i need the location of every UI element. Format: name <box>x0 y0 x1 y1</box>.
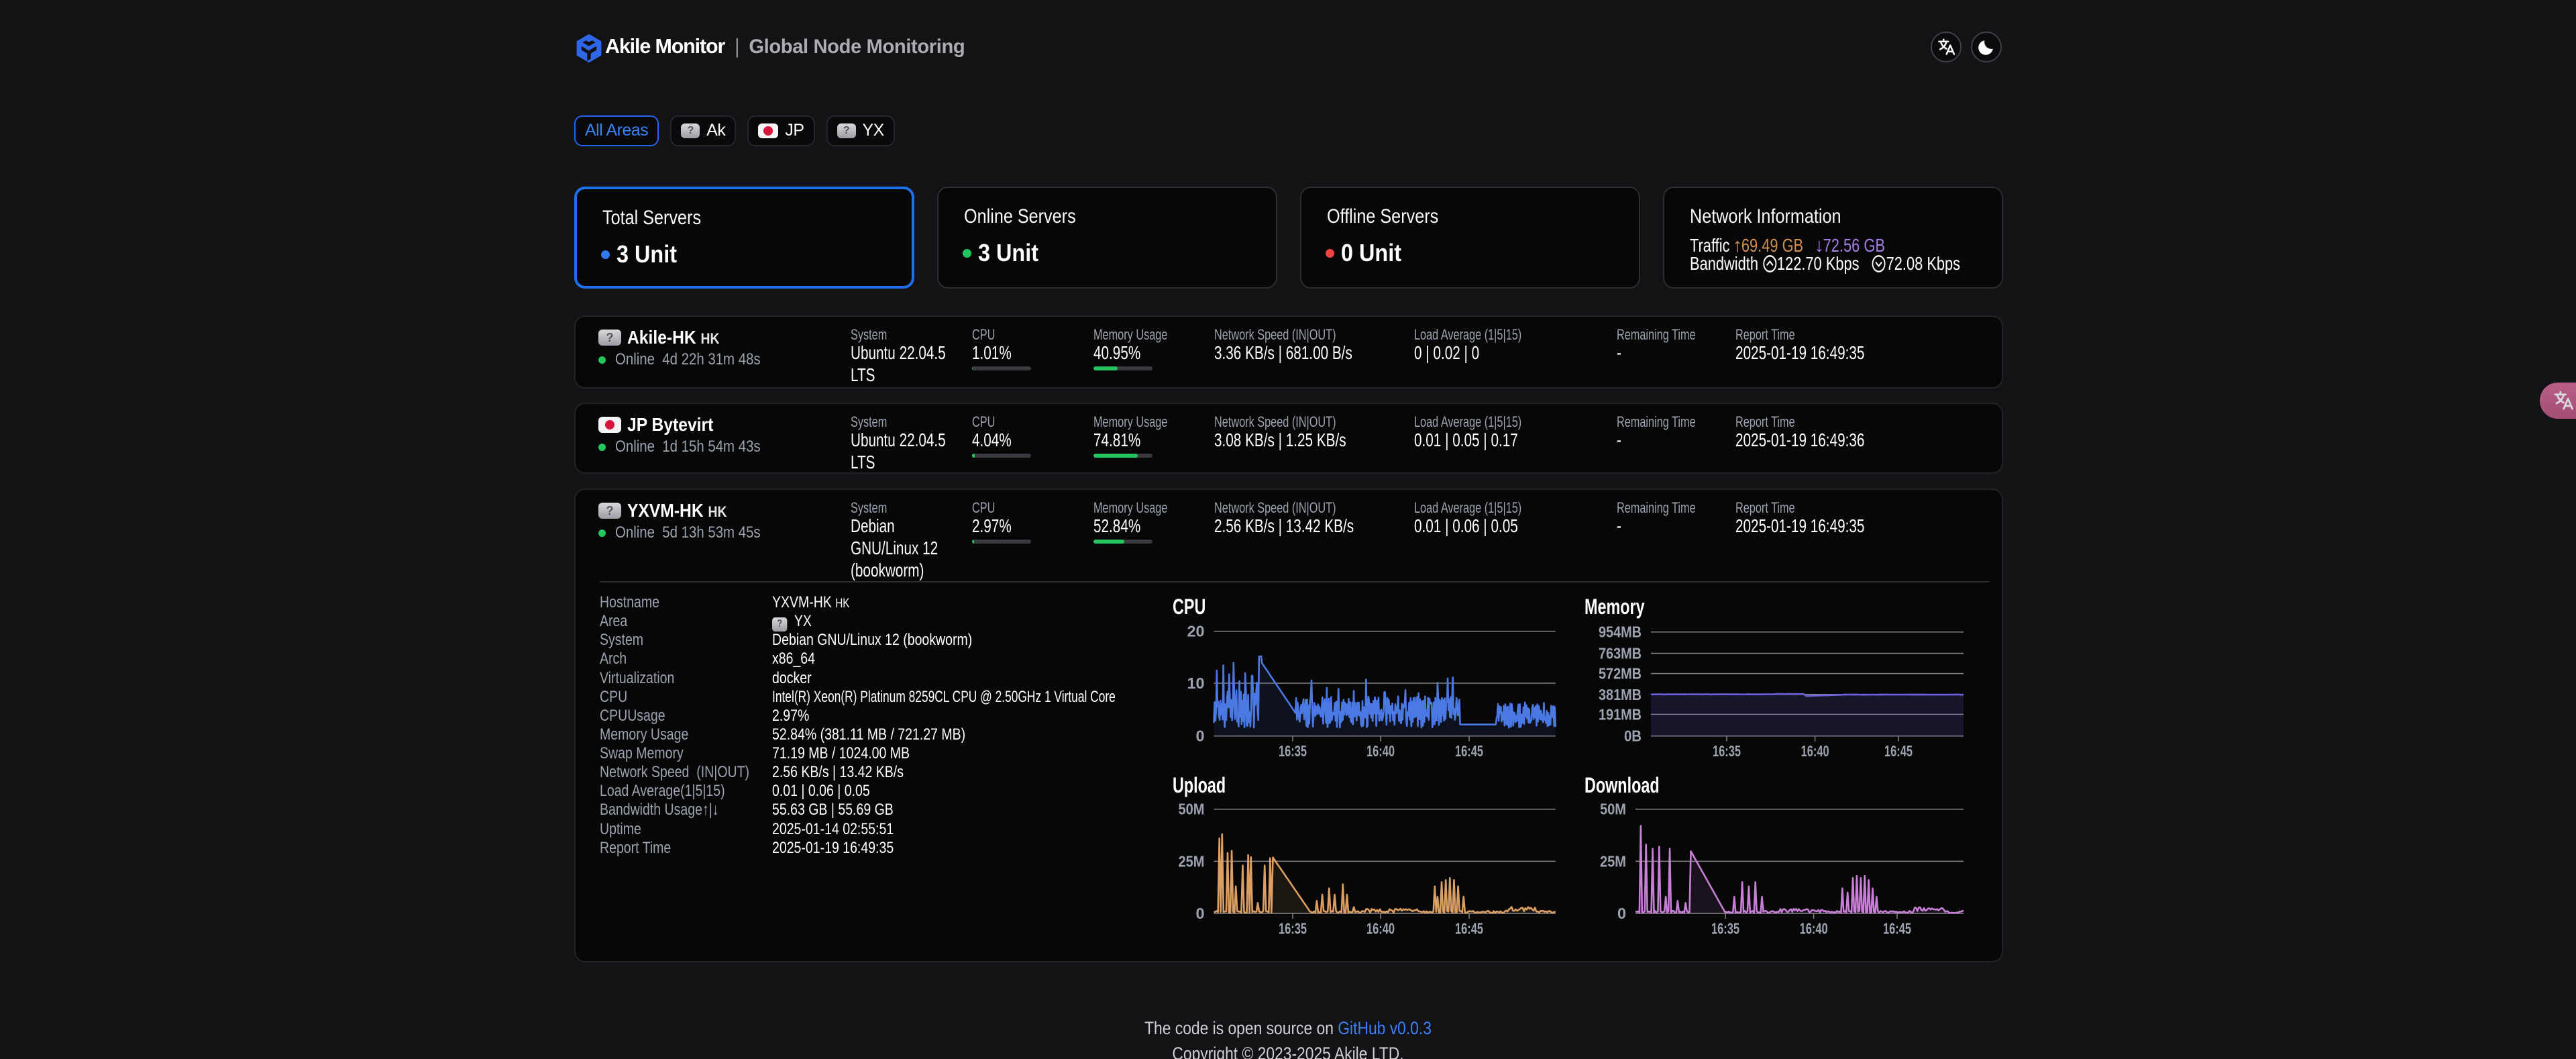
svg-text:10: 10 <box>1187 674 1205 692</box>
svg-text:16:40: 16:40 <box>1801 742 1829 760</box>
svg-text:16:40: 16:40 <box>1366 742 1395 760</box>
svg-text:16:35: 16:35 <box>1713 742 1741 760</box>
svg-text:16:45: 16:45 <box>1455 742 1483 760</box>
svg-text:16:45: 16:45 <box>1455 920 1483 938</box>
svg-text:16:45: 16:45 <box>1884 742 1913 760</box>
svg-text:763MB: 763MB <box>1599 645 1642 662</box>
svg-text:20: 20 <box>1187 623 1205 640</box>
svg-text:572MB: 572MB <box>1599 665 1642 683</box>
svg-text:25M: 25M <box>1600 852 1626 870</box>
svg-text:50M: 50M <box>1600 801 1626 818</box>
svg-text:954MB: 954MB <box>1599 623 1642 641</box>
svg-text:50M: 50M <box>1179 801 1205 818</box>
svg-text:25M: 25M <box>1179 852 1205 870</box>
svg-text:0: 0 <box>1617 905 1626 922</box>
svg-text:0: 0 <box>1196 727 1205 745</box>
svg-text:16:35: 16:35 <box>1279 742 1307 760</box>
svg-text:16:35: 16:35 <box>1711 920 1739 938</box>
svg-text:16:35: 16:35 <box>1279 920 1307 938</box>
svg-text:0B: 0B <box>1624 727 1642 745</box>
svg-text:16:45: 16:45 <box>1883 920 1911 938</box>
svg-text:0: 0 <box>1196 905 1205 922</box>
svg-text:16:40: 16:40 <box>1800 920 1828 938</box>
svg-text:381MB: 381MB <box>1599 686 1642 703</box>
svg-text:191MB: 191MB <box>1599 705 1642 723</box>
svg-text:16:40: 16:40 <box>1366 920 1395 938</box>
